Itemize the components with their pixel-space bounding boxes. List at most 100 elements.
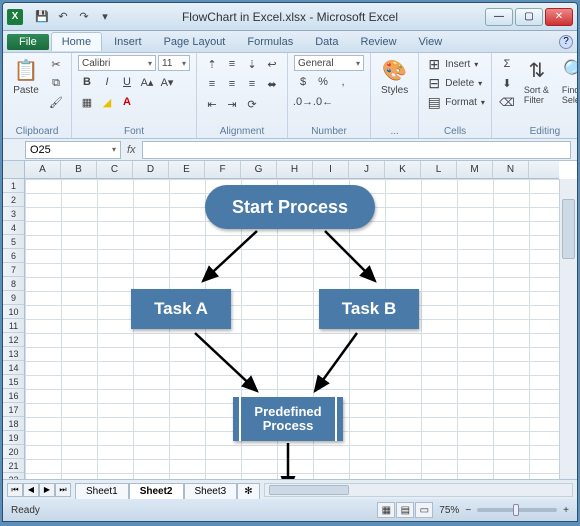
row-header[interactable]: 7 bbox=[3, 263, 24, 277]
font-size-select[interactable]: 11▾ bbox=[158, 55, 190, 71]
styles-button[interactable]: 🎨 Styles bbox=[377, 55, 412, 98]
column-header[interactable]: B bbox=[61, 161, 97, 178]
task-a-process-shape[interactable]: Task A bbox=[131, 289, 231, 329]
zoom-slider-handle[interactable] bbox=[513, 504, 519, 516]
borders-button[interactable]: ▦ bbox=[78, 93, 96, 111]
autosum-button[interactable]: Σ bbox=[498, 55, 516, 73]
page-break-view-button[interactable]: ▭ bbox=[415, 502, 433, 518]
column-header[interactable]: A bbox=[25, 161, 61, 178]
formula-bar[interactable] bbox=[142, 141, 571, 159]
number-format-select[interactable]: General▾ bbox=[294, 55, 364, 71]
copy-button[interactable]: ⧉ bbox=[47, 74, 65, 92]
normal-view-button[interactable]: ▦ bbox=[377, 502, 395, 518]
row-header[interactable]: 3 bbox=[3, 207, 24, 221]
tab-nav-last[interactable]: ⏭ bbox=[55, 483, 71, 497]
tab-nav-first[interactable]: ⏮ bbox=[7, 483, 23, 497]
task-b-process-shape[interactable]: Task B bbox=[319, 289, 419, 329]
percent-button[interactable]: % bbox=[314, 73, 332, 91]
tab-nav-next[interactable]: ▶ bbox=[39, 483, 55, 497]
row-header[interactable]: 4 bbox=[3, 221, 24, 235]
view-tab[interactable]: View bbox=[409, 33, 453, 51]
page-layout-view-button[interactable]: ▤ bbox=[396, 502, 414, 518]
format-cells-button[interactable]: ▤Format▾ bbox=[425, 93, 485, 111]
find-select-button[interactable]: 🔍 Find & Select bbox=[558, 55, 578, 107]
bold-button[interactable]: B bbox=[78, 73, 96, 91]
vertical-scrollbar[interactable] bbox=[559, 179, 577, 479]
wrap-text-button[interactable]: ↩ bbox=[263, 55, 281, 73]
format-painter-button[interactable]: 🖌 bbox=[47, 93, 65, 111]
new-sheet-button[interactable]: ✻ bbox=[237, 483, 259, 499]
qat-dropdown[interactable]: ▾ bbox=[96, 8, 114, 26]
predefined-process-shape[interactable]: Predefined Process bbox=[233, 397, 343, 441]
row-header[interactable]: 13 bbox=[3, 347, 24, 361]
file-tab[interactable]: File bbox=[7, 34, 49, 50]
scrollbar-thumb[interactable] bbox=[562, 199, 575, 259]
column-header[interactable]: K bbox=[385, 161, 421, 178]
comma-button[interactable]: , bbox=[334, 73, 352, 91]
help-button[interactable]: ? bbox=[559, 35, 573, 49]
column-header[interactable]: J bbox=[349, 161, 385, 178]
data-tab[interactable]: Data bbox=[305, 33, 348, 51]
align-bottom-button[interactable]: ⇣ bbox=[243, 55, 261, 73]
select-all-corner[interactable] bbox=[3, 161, 25, 179]
cut-button[interactable]: ✂ bbox=[47, 55, 65, 73]
align-right-button[interactable]: ≡ bbox=[243, 75, 261, 93]
row-header[interactable]: 19 bbox=[3, 431, 24, 445]
clear-button[interactable]: ⌫ bbox=[498, 93, 516, 111]
decrease-decimal-button[interactable]: .0← bbox=[314, 93, 332, 111]
align-top-button[interactable]: ⇡ bbox=[203, 55, 221, 73]
minimize-button[interactable]: — bbox=[485, 8, 513, 26]
column-header[interactable]: H bbox=[277, 161, 313, 178]
horizontal-scrollbar[interactable] bbox=[264, 483, 573, 497]
start-terminator-shape[interactable]: Start Process bbox=[205, 185, 375, 229]
paste-button[interactable]: 📋 Paste bbox=[9, 55, 43, 98]
tab-nav-prev[interactable]: ◀ bbox=[23, 483, 39, 497]
fill-button[interactable]: ⬇ bbox=[498, 74, 516, 92]
merge-button[interactable]: ⬌ bbox=[263, 75, 281, 93]
italic-button[interactable]: I bbox=[98, 73, 116, 91]
save-button[interactable]: 💾 bbox=[33, 8, 51, 26]
column-header[interactable]: I bbox=[313, 161, 349, 178]
insert-cells-button[interactable]: ⊞Insert▾ bbox=[425, 55, 478, 73]
shrink-font-button[interactable]: A▾ bbox=[158, 73, 176, 91]
column-header[interactable]: M bbox=[457, 161, 493, 178]
row-header[interactable]: 1 bbox=[3, 179, 24, 193]
column-header[interactable]: G bbox=[241, 161, 277, 178]
column-header[interactable]: L bbox=[421, 161, 457, 178]
font-name-select[interactable]: Calibri▾ bbox=[78, 55, 156, 71]
close-button[interactable]: ✕ bbox=[545, 8, 573, 26]
row-header[interactable]: 17 bbox=[3, 403, 24, 417]
align-left-button[interactable]: ≡ bbox=[203, 75, 221, 93]
zoom-out-button[interactable]: − bbox=[465, 505, 471, 516]
align-center-button[interactable]: ≡ bbox=[223, 75, 241, 93]
fill-color-button[interactable]: ◢ bbox=[98, 93, 116, 111]
row-header[interactable]: 22 bbox=[3, 473, 24, 479]
insert-tab[interactable]: Insert bbox=[104, 33, 152, 51]
orientation-button[interactable]: ⟳ bbox=[243, 95, 261, 113]
fx-label[interactable]: fx bbox=[127, 144, 136, 156]
sheet1-tab[interactable]: Sheet1 bbox=[75, 483, 129, 499]
row-header[interactable]: 8 bbox=[3, 277, 24, 291]
currency-button[interactable]: $ bbox=[294, 73, 312, 91]
row-header[interactable]: 12 bbox=[3, 333, 24, 347]
grow-font-button[interactable]: A▴ bbox=[138, 73, 156, 91]
page-layout-tab[interactable]: Page Layout bbox=[154, 33, 236, 51]
sheet3-tab[interactable]: Sheet3 bbox=[184, 483, 238, 499]
row-header[interactable]: 18 bbox=[3, 417, 24, 431]
row-header[interactable]: 5 bbox=[3, 235, 24, 249]
row-header[interactable]: 16 bbox=[3, 389, 24, 403]
zoom-level[interactable]: 75% bbox=[439, 505, 459, 516]
column-header[interactable]: F bbox=[205, 161, 241, 178]
zoom-in-button[interactable]: + bbox=[563, 505, 569, 516]
row-header[interactable]: 20 bbox=[3, 445, 24, 459]
redo-button[interactable]: ↷ bbox=[75, 8, 93, 26]
row-header[interactable]: 15 bbox=[3, 375, 24, 389]
row-header[interactable]: 11 bbox=[3, 319, 24, 333]
column-header[interactable]: N bbox=[493, 161, 529, 178]
increase-indent-button[interactable]: ⇥ bbox=[223, 95, 241, 113]
row-header[interactable]: 21 bbox=[3, 459, 24, 473]
increase-decimal-button[interactable]: .0→ bbox=[294, 93, 312, 111]
decrease-indent-button[interactable]: ⇤ bbox=[203, 95, 221, 113]
delete-cells-button[interactable]: ⊟Delete▾ bbox=[425, 74, 482, 92]
sort-filter-button[interactable]: ⇅ Sort & Filter bbox=[520, 55, 554, 107]
